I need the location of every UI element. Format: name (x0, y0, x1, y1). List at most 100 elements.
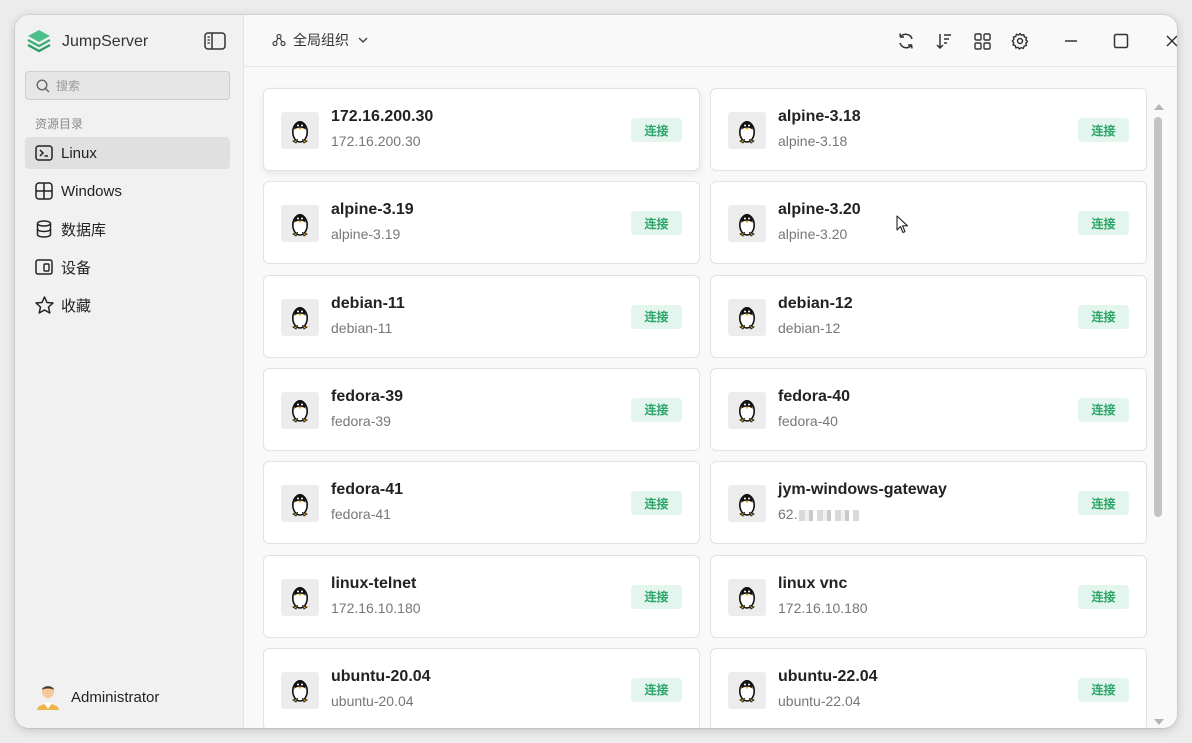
sort-icon (936, 34, 951, 50)
asset-card[interactable]: linux-telnet 172.16.10.180 连接 (263, 554, 700, 638)
refresh-icon (899, 33, 913, 49)
database-icon (34, 219, 54, 239)
asset-card[interactable]: jym-windows-gateway 62. 连接 (710, 461, 1147, 545)
asset-card[interactable]: fedora-41 fedora-41 连接 (263, 461, 700, 545)
connect-button[interactable]: 连接 (631, 118, 682, 142)
asset-card[interactable]: alpine-3.18 alpine-3.18 连接 (710, 88, 1147, 171)
sidebar-item-label: 数据库 (61, 221, 107, 239)
connect-button[interactable]: 连接 (1078, 491, 1129, 516)
connect-button[interactable]: 连接 (1078, 677, 1129, 702)
asset-address: 172.16.200.30 (331, 133, 421, 149)
maximize-icon (1113, 33, 1129, 49)
asset-name: fedora-39 (331, 387, 404, 405)
asset-name: ubuntu-20.04 (331, 667, 431, 685)
org-selector[interactable]: 全局组织 (272, 30, 368, 50)
asset-name: alpine-3.20 (778, 201, 861, 219)
asset-name: fedora-41 (331, 481, 404, 499)
asset-name: debian-11 (331, 294, 405, 312)
asset-card[interactable]: debian-12 debian-12 连接 (710, 274, 1147, 358)
minimize-button[interactable] (1060, 30, 1082, 52)
asset-card[interactable]: alpine-3.20 alpine-3.20 连接 (710, 181, 1147, 265)
sidebar-item-database[interactable]: 数据库 (25, 213, 230, 245)
asset-card[interactable]: linux vnc 172.16.10.180 连接 (710, 554, 1147, 638)
settings-icon (1011, 32, 1029, 50)
settings-button[interactable] (1009, 30, 1031, 52)
sort-button[interactable] (933, 30, 955, 52)
search-box[interactable] (25, 71, 230, 100)
asset-card[interactable]: 172.16.200.30 172.16.200.30 连接 (263, 88, 700, 171)
grid-view-button[interactable] (971, 30, 993, 52)
org-label: 全局组织 (293, 32, 349, 48)
asset-card[interactable]: alpine-3.19 alpine-3.19 连接 (263, 181, 700, 265)
scroll-up-arrow-icon[interactable] (1154, 104, 1164, 110)
linux-icon (728, 298, 766, 336)
asset-card[interactable]: ubuntu-20.04 ubuntu-20.04 连接 (263, 647, 700, 728)
close-button[interactable] (1161, 30, 1177, 52)
connect-button[interactable]: 连接 (631, 491, 682, 516)
sidebar-item-label: 设备 (61, 259, 92, 277)
asset-address: alpine-3.19 (331, 226, 401, 243)
search-input[interactable] (56, 78, 216, 93)
asset-card[interactable]: fedora-39 fedora-39 连接 (263, 367, 700, 451)
top-bar: 全局组织 (245, 15, 1177, 67)
user-menu[interactable]: Administrator (35, 683, 159, 711)
sidebar-toggle-icon (204, 32, 226, 50)
org-icon (272, 33, 286, 47)
brand: JumpServer (27, 28, 148, 56)
scrollbar[interactable] (1151, 100, 1165, 725)
asset-name: debian-12 (778, 294, 853, 312)
asset-card[interactable]: debian-11 debian-11 连接 (263, 274, 700, 358)
asset-name: 172.16.200.30 (331, 108, 434, 125)
chevron-down-icon (358, 37, 368, 44)
sidebar-item-label: Linux (61, 144, 97, 162)
sidebar-item-device[interactable]: 设备 (25, 251, 230, 283)
asset-address: debian-11 (331, 319, 393, 336)
connect-button[interactable]: 连接 (631, 397, 682, 422)
section-label-resources: 资源目录 (35, 117, 84, 131)
mouse-cursor-icon (896, 215, 909, 234)
sidebar-item-windows[interactable]: Windows (25, 175, 230, 207)
maximize-button[interactable] (1110, 30, 1132, 52)
linux-icon (728, 485, 766, 523)
asset-name: jym-windows-gateway (778, 481, 947, 499)
linux-icon (281, 298, 319, 336)
asset-name: ubuntu-22.04 (778, 667, 878, 685)
connect-button[interactable]: 连接 (631, 677, 682, 702)
star-icon (34, 295, 54, 315)
sidebar-item-favorites[interactable]: 收藏 (25, 289, 230, 321)
connect-button[interactable]: 连接 (1078, 584, 1129, 609)
connect-button[interactable]: 连接 (1078, 397, 1129, 422)
asset-address: alpine-3.18 (778, 133, 848, 149)
linux-icon (281, 578, 319, 616)
connect-button[interactable]: 连接 (1078, 118, 1129, 142)
linux-icon (728, 112, 766, 149)
connect-button[interactable]: 连接 (631, 304, 682, 329)
connect-button[interactable]: 连接 (1078, 211, 1129, 236)
sidebar-nav: Linux Windows 数据库 设备 收藏 (25, 137, 230, 327)
terminal-icon (34, 143, 54, 163)
scrollbar-thumb[interactable] (1154, 117, 1162, 517)
app-window: JumpServer 资源目录 Linux (15, 15, 1177, 728)
sidebar-item-linux[interactable]: Linux (25, 137, 230, 169)
connect-button[interactable]: 连接 (1078, 304, 1129, 329)
asset-name: fedora-40 (778, 387, 851, 405)
minimize-icon (1065, 40, 1077, 42)
asset-card[interactable]: ubuntu-22.04 ubuntu-22.04 连接 (710, 647, 1147, 728)
sidebar: JumpServer 资源目录 Linux (15, 15, 244, 728)
scroll-down-arrow-icon[interactable] (1154, 719, 1164, 725)
linux-icon (281, 671, 319, 709)
asset-address: fedora-40 (778, 412, 838, 429)
connect-button[interactable]: 连接 (631, 211, 682, 236)
device-icon (34, 257, 54, 277)
refresh-button[interactable] (895, 30, 917, 52)
sidebar-toggle-button[interactable] (203, 31, 227, 51)
asset-name: linux vnc (778, 574, 848, 592)
asset-card[interactable]: fedora-40 fedora-40 连接 (710, 367, 1147, 451)
asset-name: alpine-3.19 (331, 201, 414, 219)
asset-name: alpine-3.18 (778, 108, 861, 125)
connect-button[interactable]: 连接 (631, 584, 682, 609)
windows-icon (34, 181, 54, 201)
asset-list: 172.16.200.30 172.16.200.30 连接 alpine-3.… (245, 68, 1177, 728)
asset-name: linux-telnet (331, 574, 417, 592)
search-icon (36, 78, 50, 92)
